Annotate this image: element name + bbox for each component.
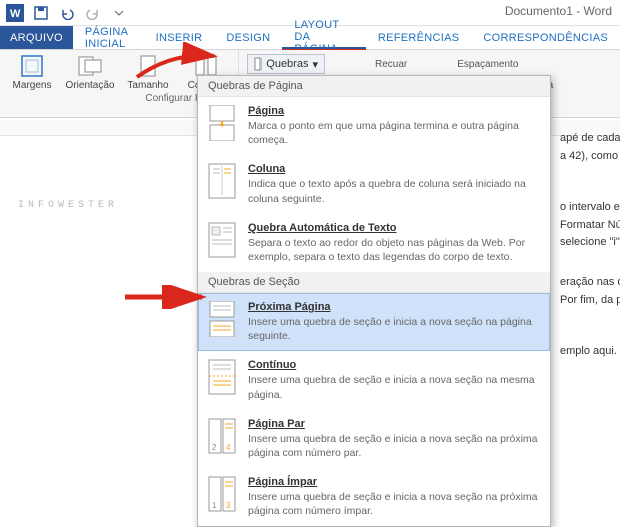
break-column-item[interactable]: Coluna Indica que o texto após a quebra d… [198,155,550,213]
break-even-page-item[interactable]: 24 Página Par Insere uma quebra de seção … [198,410,550,468]
tab-file[interactable]: ARQUIVO [0,26,73,49]
undo-icon[interactable] [56,2,78,24]
item-title: Coluna [248,163,540,175]
even-page-section-icon: 24 [208,418,238,454]
annotation-arrow-breaks [132,42,222,82]
word-app-icon[interactable]: W [4,2,26,24]
item-title: Contínuo [248,359,540,371]
svg-text:4: 4 [226,443,231,452]
item-desc: Indica que o texto após a quebra de colu… [248,177,540,205]
page-breaks-section-header: Quebras de Página [198,76,550,97]
qat-customize-icon[interactable] [108,2,130,24]
column-break-icon [208,163,238,199]
indent-label: Recuar [375,59,407,70]
breaks-dropdown: Quebras de Página Página Marca o ponto em… [197,75,551,527]
item-desc: Insere uma quebra de seção e inicia a no… [248,432,540,460]
window-title: Documento1 - Word [505,4,612,18]
svg-text:1: 1 [212,501,217,510]
orientation-label: Orientação [66,80,115,91]
odd-page-section-icon: 13 [208,476,238,512]
breaks-label: Quebras [266,58,308,70]
margins-label: Margens [13,80,52,91]
ribbon-tabs: ARQUIVO PÁGINA INICIAL INSERIR DESIGN LA… [0,26,620,50]
tab-mailings[interactable]: CORRESPONDÊNCIAS [471,26,620,49]
break-next-page-item[interactable]: Próxima Página Insere uma quebra de seção… [198,293,550,351]
item-title: Página Par [248,418,540,430]
break-text-wrap-item[interactable]: Quebra Automática de Texto Separa o texto… [198,214,550,272]
annotation-arrow-next-page [120,285,210,309]
breaks-icon [254,57,262,71]
item-desc: Insere uma quebra de seção e inicia a no… [248,315,540,343]
item-title: Página [248,105,540,117]
section-breaks-section-header: Quebras de Seção [198,272,550,293]
item-desc: Insere uma quebra de seção e inicia a no… [248,373,540,401]
breaks-button[interactable]: Quebras ▾ [247,54,325,74]
tab-references[interactable]: REFERÊNCIAS [366,26,472,49]
background-document-text: apé de cada u a 42), como e o intervalo … [560,130,620,361]
item-title: Quebra Automática de Texto [248,222,540,234]
continuous-section-icon [208,359,238,395]
redo-icon[interactable] [82,2,104,24]
svg-text:W: W [10,8,21,20]
page-break-icon [208,105,238,141]
page-view: INFOWESTER [18,140,198,211]
svg-text:3: 3 [226,501,231,510]
item-desc: Insere uma quebra de seção e inicia a no… [248,490,540,518]
break-page-item[interactable]: Página Marca o ponto em que uma página te… [198,97,550,155]
item-desc: Marca o ponto em que uma página termina … [248,119,540,147]
margins-button[interactable]: Margens [8,54,56,91]
chevron-down-icon: ▾ [312,58,318,71]
item-title: Próxima Página [248,301,540,313]
item-desc: Separa o texto ao redor do objeto nas pá… [248,236,540,264]
tab-design[interactable]: DESIGN [214,26,282,49]
watermark-text: INFOWESTER [18,200,198,211]
svg-text:2: 2 [212,443,217,452]
item-title: Página Ímpar [248,476,540,488]
text-wrap-break-icon [208,222,238,258]
break-continuous-item[interactable]: Contínuo Insere uma quebra de seção e ini… [198,351,550,409]
spacing-label: Espaçamento [457,59,518,70]
tab-page-layout[interactable]: LAYOUT DA PÁGINA [282,26,365,49]
next-page-section-icon [208,301,238,337]
save-icon[interactable] [30,2,52,24]
orientation-button[interactable]: Orientação [66,54,114,91]
